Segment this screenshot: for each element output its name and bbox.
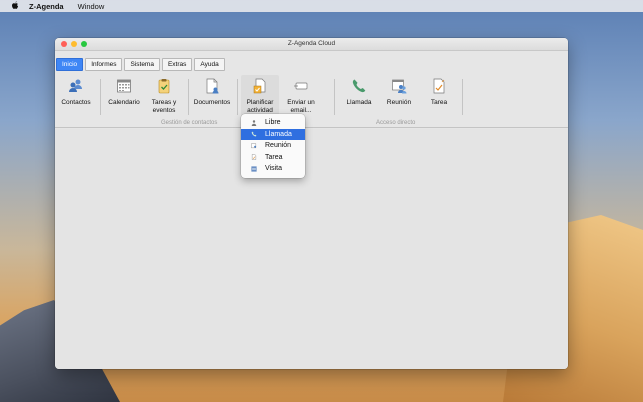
ribbon-separator	[334, 79, 335, 115]
menu-item-reunion[interactable]: Reunión	[241, 140, 305, 152]
planificar-label-1: Planificar	[246, 99, 274, 106]
task-icon	[251, 154, 257, 161]
llamada-button[interactable]: Llamada	[342, 75, 376, 117]
meeting-icon	[392, 79, 407, 94]
ribbon-separator	[100, 79, 101, 115]
enviar-label-1: Enviar un	[287, 99, 315, 106]
zoom-button[interactable]	[81, 41, 87, 47]
calendario-button[interactable]: Calendario	[105, 75, 143, 117]
tab-ayuda[interactable]: Ayuda	[194, 58, 225, 71]
menu-item-label: Llamada	[265, 130, 292, 138]
macos-menubar: Z-Agenda Window	[0, 0, 643, 12]
menu-item-libre[interactable]: Libre	[241, 117, 305, 129]
reunion-button[interactable]: Reunión	[382, 75, 416, 117]
llamada-label: Llamada	[346, 99, 372, 106]
ribbon-tabs: Inicio Informes Sistema Extras Ayuda	[55, 58, 225, 71]
tab-sistema[interactable]: Sistema	[124, 58, 160, 71]
activity-type-menu: Libre Llamada Reunión Tarea Visita	[241, 114, 305, 178]
phone-icon	[352, 79, 366, 93]
document-icon	[206, 78, 219, 94]
main-content-area	[55, 129, 568, 369]
ribbon-separator	[188, 79, 189, 115]
contacts-icon	[69, 79, 82, 92]
tab-extras[interactable]: Extras	[161, 58, 193, 71]
menu-item-llamada[interactable]: Llamada	[241, 128, 305, 140]
menu-item-tarea[interactable]: Tarea	[241, 152, 305, 164]
window-titlebar[interactable]: Z-Agenda Cloud	[55, 38, 568, 51]
minimize-button[interactable]	[71, 41, 77, 47]
email-icon	[294, 82, 308, 90]
contactos-button[interactable]: Contactos	[58, 75, 94, 117]
calendario-label: Calendario	[108, 99, 140, 106]
tab-informes[interactable]: Informes	[85, 58, 123, 71]
tareas-eventos-button[interactable]: Tareas y eventos	[147, 75, 181, 117]
tareas-label-2: eventos	[152, 107, 176, 114]
plan-activity-icon	[253, 78, 266, 94]
contactos-label: Contactos	[61, 99, 91, 106]
visit-icon	[251, 166, 257, 172]
planificar-actividad-button[interactable]: Planificar actividad	[241, 75, 279, 117]
app-window: Z-Agenda Cloud Inicio Informes Sistema E…	[55, 38, 568, 369]
group-label-gestion: Gestión de contactos	[161, 120, 218, 126]
close-button[interactable]	[61, 41, 67, 47]
meeting-icon	[251, 143, 257, 148]
phone-icon	[251, 131, 257, 137]
tareas-label-1: Tareas y	[151, 99, 177, 106]
menu-item-label: Reunión	[265, 142, 292, 150]
ribbon-toolbar: Contactos Calendario Tareas y eventos Do…	[55, 73, 568, 128]
ribbon-separator	[237, 79, 238, 115]
group-label-acceso: Acceso directo	[376, 120, 416, 126]
window-title: Z-Agenda Cloud	[287, 40, 336, 47]
menu-item-label: Visita	[265, 165, 282, 173]
menu-item-label: Libre	[265, 119, 281, 127]
calendar-icon	[117, 79, 131, 93]
menubar-app-name[interactable]: Z-Agenda	[29, 2, 64, 11]
ribbon-separator	[462, 79, 463, 115]
person-icon	[251, 120, 257, 126]
tab-inicio[interactable]: Inicio	[56, 58, 84, 71]
menubar-window-menu[interactable]: Window	[78, 2, 105, 11]
tarea-label: Tarea	[430, 99, 448, 106]
tarea-button[interactable]: Tarea	[424, 75, 454, 117]
menu-item-label: Tarea	[265, 153, 283, 161]
enviar-email-button[interactable]: Enviar un email...	[283, 75, 319, 117]
apple-icon[interactable]	[11, 0, 21, 12]
documentos-button[interactable]: Documentos	[192, 75, 232, 117]
clipboard-check-icon	[158, 79, 170, 94]
menu-item-visita[interactable]: Visita	[241, 163, 305, 175]
reunion-label: Reunión	[386, 99, 412, 106]
documentos-label: Documentos	[193, 99, 231, 106]
task-icon	[433, 78, 445, 94]
